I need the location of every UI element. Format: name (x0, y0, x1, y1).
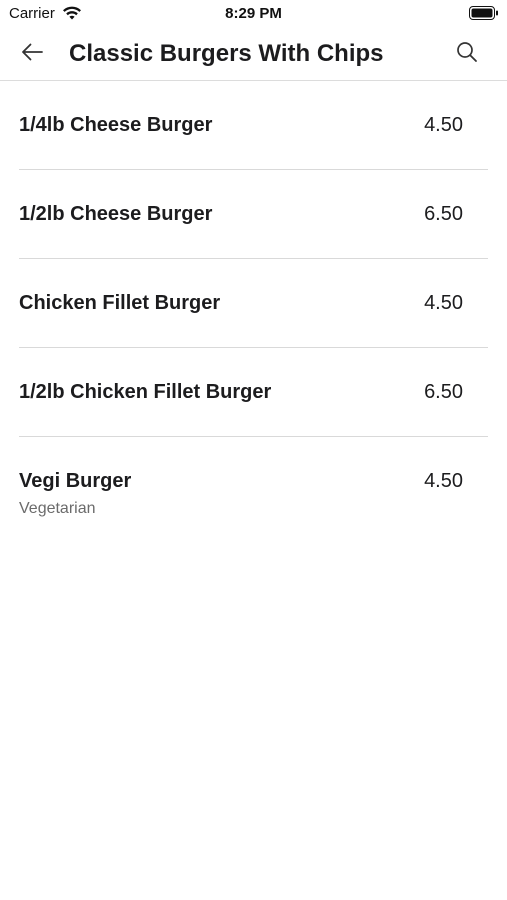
menu-list: 1/4lb Cheese Burger 4.50 1/2lb Cheese Bu… (0, 81, 507, 525)
menu-item[interactable]: 1/2lb Cheese Burger 6.50 (19, 170, 488, 259)
arrow-left-icon (20, 42, 44, 67)
item-name: 1/4lb Cheese Burger (19, 114, 213, 136)
menu-item[interactable]: Vegi Burger 4.50 Vegetarian (19, 437, 488, 525)
status-time: 8:29 PM (225, 5, 282, 22)
menu-item[interactable]: Chicken Fillet Burger 4.50 (19, 259, 488, 348)
item-price: 4.50 (424, 470, 463, 492)
battery-icon (469, 6, 499, 20)
item-price: 4.50 (424, 292, 463, 314)
menu-item[interactable]: 1/2lb Chicken Fillet Burger 6.50 (19, 348, 488, 437)
vegetarian-tag: Vegetarian (19, 500, 96, 517)
back-button[interactable] (10, 38, 54, 70)
search-icon (456, 41, 478, 68)
menu-item[interactable]: 1/4lb Cheese Burger 4.50 (19, 81, 488, 170)
item-name: 1/2lb Cheese Burger (19, 203, 213, 225)
item-name: 1/2lb Chicken Fillet Burger (19, 381, 272, 403)
item-name: Vegi Burger (19, 470, 132, 492)
page-title: Classic Burgers With Chips (69, 40, 384, 67)
item-price: 6.50 (424, 203, 463, 225)
navigation-bar: Classic Burgers With Chips (0, 28, 507, 81)
item-price: 4.50 (424, 114, 463, 136)
search-button[interactable] (451, 38, 483, 70)
item-price: 6.50 (424, 381, 463, 403)
status-bar: Carrier 8:29 PM (0, 0, 507, 28)
item-name: Chicken Fillet Burger (19, 292, 221, 314)
